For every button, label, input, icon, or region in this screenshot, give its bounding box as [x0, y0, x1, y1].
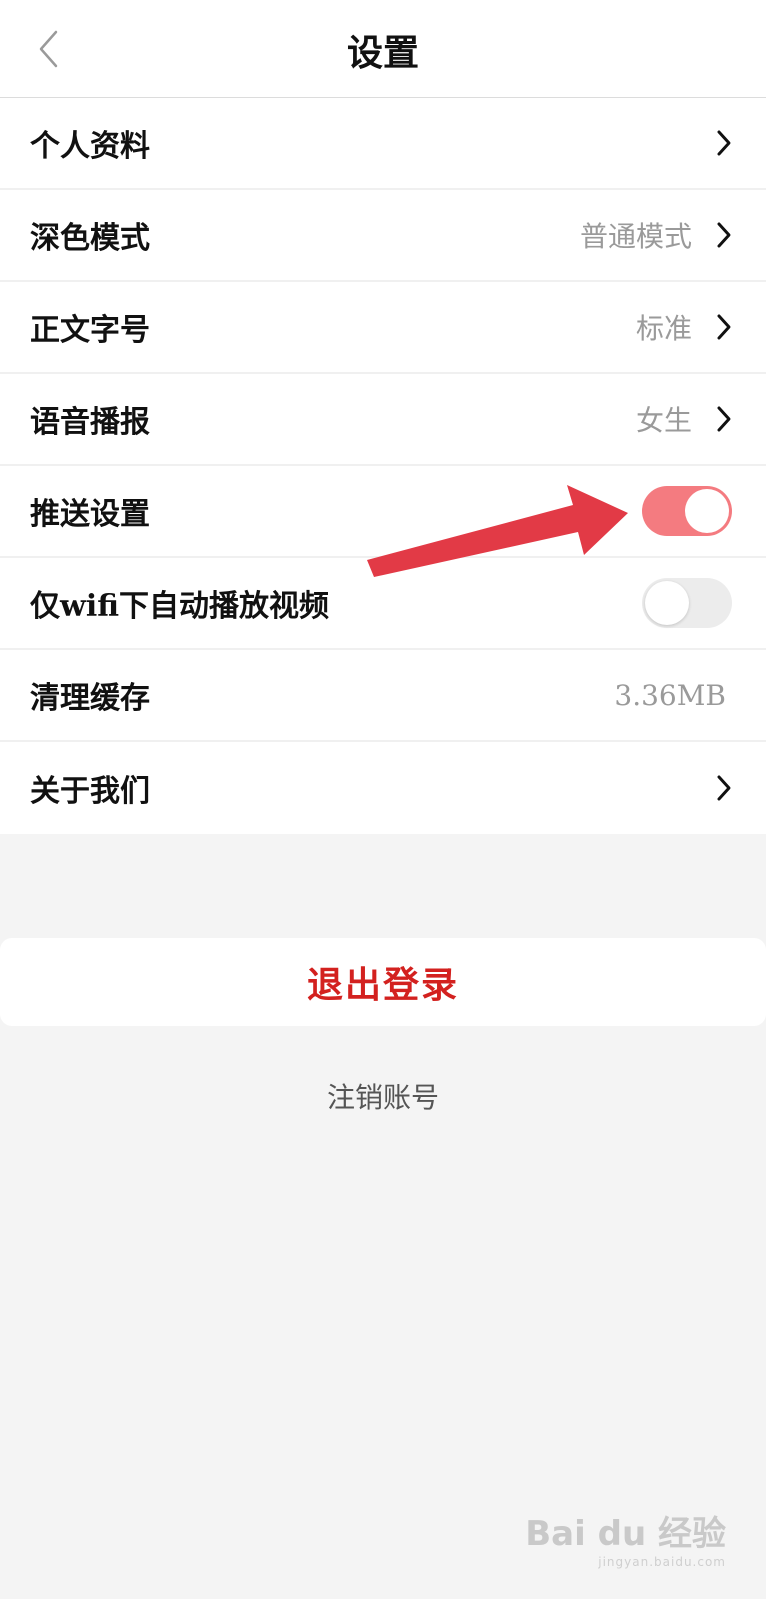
settings-item-about[interactable]: 关于我们 — [0, 742, 766, 834]
header-bar: 设置 — [0, 0, 766, 98]
chevron-right-icon — [712, 219, 736, 251]
settings-item-voice[interactable]: 语音播报 女生 — [0, 374, 766, 466]
page-title: 设置 — [346, 32, 419, 74]
chevron-right-icon — [712, 772, 736, 804]
cancel-account-link[interactable]: 注销账号 — [0, 1076, 766, 1116]
cache-size-value: 3.36MB — [614, 678, 726, 712]
settings-item-label: 深色模式 — [30, 221, 150, 256]
settings-item-label: 仅wifi下自动播放视频 — [30, 589, 330, 624]
watermark: Bai du 经验 jingyan.baidu.com — [525, 1506, 726, 1569]
logout-label: 退出登录 — [306, 964, 459, 1006]
watermark-text: Bai du 经验 — [525, 1514, 726, 1554]
toggle-knob — [685, 489, 729, 533]
settings-item-value: 女生 — [635, 404, 692, 437]
settings-item-profile[interactable]: 个人资料 — [0, 98, 766, 190]
logout-button[interactable]: 退出登录 — [0, 938, 766, 1026]
settings-item-cache[interactable]: 清理缓存 3.36MB — [0, 650, 766, 742]
settings-item-label: 个人资料 — [30, 129, 150, 164]
settings-item-wifi-autoplay: 仅wifi下自动播放视频 — [0, 558, 766, 650]
wifi-autoplay-toggle[interactable] — [642, 578, 732, 628]
settings-item-label: 关于我们 — [30, 774, 150, 809]
settings-item-font-size[interactable]: 正文字号 标准 — [0, 282, 766, 374]
chevron-right-icon — [712, 127, 736, 159]
settings-item-label: 清理缓存 — [30, 681, 150, 716]
settings-item-value: 普通模式 — [579, 220, 692, 253]
settings-item-dark-mode[interactable]: 深色模式 普通模式 — [0, 190, 766, 282]
settings-list: 个人资料 深色模式 普通模式 正文字号 标准 语音播报 女生 推送设置 仅wif… — [0, 98, 766, 834]
settings-item-push: 推送设置 — [0, 466, 766, 558]
settings-item-label: 语音播报 — [30, 405, 150, 440]
chevron-right-icon — [712, 403, 736, 435]
chevron-right-icon — [712, 311, 736, 343]
settings-item-value: 标准 — [635, 312, 692, 345]
watermark-subtext: jingyan.baidu.com — [598, 1555, 726, 1569]
toggle-knob — [645, 581, 689, 625]
settings-item-label: 推送设置 — [30, 497, 150, 532]
settings-item-label: 正文字号 — [30, 313, 150, 348]
push-toggle[interactable] — [642, 486, 732, 536]
